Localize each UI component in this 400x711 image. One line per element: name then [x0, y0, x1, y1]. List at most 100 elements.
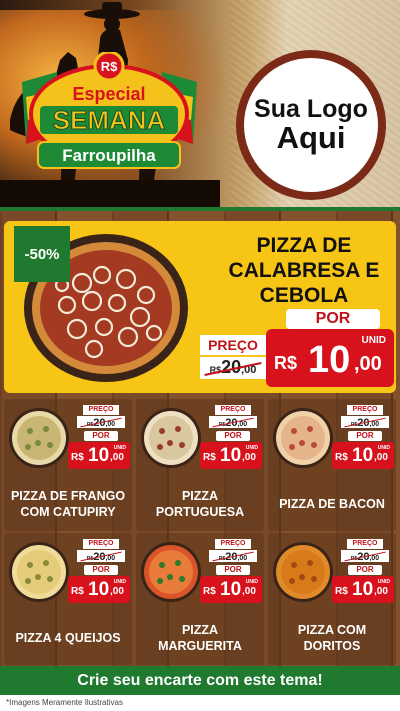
new-price-label: POR	[348, 565, 382, 575]
product-name: PIZZA PORTUGUESA	[136, 489, 264, 520]
featured-offer[interactable]: -50% PIZZA DE CALABRESA E CEBOLA PREÇO R…	[4, 221, 396, 393]
new-price-cents: ,00	[374, 586, 388, 597]
new-price: UNID R$ 10,00	[200, 442, 262, 469]
new-price-currency: R$	[274, 353, 298, 373]
unit-label: UNID	[361, 335, 386, 346]
product-card-bacon[interactable]: PREÇO R$20,00 POR UNID R$ 10 ,00 PIZZA DE BACON	[268, 399, 396, 531]
new-price: UNID R$ 10,00	[200, 576, 262, 603]
new-price-cents: ,00	[242, 586, 256, 597]
pizza-image	[141, 408, 201, 468]
new-price-whole: 10	[220, 579, 242, 600]
logo-inner: Sua Logo Aqui	[244, 58, 378, 192]
svg-text:Farroupilha: Farroupilha	[62, 146, 156, 165]
old-price: R$20,00	[77, 550, 125, 563]
new-price-cents: ,00	[354, 353, 382, 375]
new-price: UNID R$ 10 ,00	[266, 329, 394, 387]
pizza-image	[9, 542, 69, 602]
svg-text:R$: R$	[101, 59, 118, 74]
logo-line2: Aqui	[276, 119, 346, 155]
unit-label: UNID	[245, 579, 258, 585]
new-price-whole: 10	[352, 445, 374, 466]
old-price: R$20,00	[209, 416, 257, 429]
svg-text:Especial: Especial	[72, 84, 145, 104]
old-price-label: PREÇO	[200, 335, 266, 355]
new-price: UNID R$ 10,00	[332, 576, 394, 603]
old-price: R$20,00	[209, 550, 257, 563]
new-price-cents: ,00	[110, 452, 124, 463]
product-name: PIZZA DE FRANGO COM CATUPIRY	[4, 489, 132, 520]
old-price-cents: ,00	[237, 421, 248, 428]
new-price-label: POR	[216, 565, 250, 575]
new-price-cents: ,00	[110, 586, 124, 597]
cta-banner[interactable]: Crie seu encarte com este tema!	[0, 666, 400, 695]
new-price-whole: 10	[308, 339, 351, 381]
old-price-label: PREÇO	[215, 539, 251, 549]
unit-label: UNID	[377, 445, 390, 451]
product-card-marguerita[interactable]: PREÇO R$20,00 POR UNID R$ 10,00 PIZZA MARGUERIT…	[136, 533, 264, 665]
discount-badge: -50%	[14, 226, 70, 282]
old-price: R$20,00	[77, 416, 125, 429]
old-price-label: PREÇO	[83, 539, 119, 549]
new-price: UNID R$ 10,00	[68, 442, 130, 469]
product-name-line1: PIZZA	[181, 489, 219, 503]
product-name-line1: PIZZA DE BACON	[279, 497, 385, 511]
new-price: UNID R$ 10,00	[332, 442, 394, 469]
pizza-image	[273, 408, 333, 468]
logo-line1: Sua Logo	[254, 94, 368, 123]
product-card-frango-catupiry[interactable]: PREÇO R$20,00 POR UNID R$ 10,00 PIZZA DE FRANG…	[4, 399, 132, 531]
old-price-label: PREÇO	[347, 405, 383, 415]
old-price-cents: ,00	[369, 555, 380, 562]
pizza-image	[9, 408, 69, 468]
new-price: UNID R$ 10,00	[68, 576, 130, 603]
old-price: R$20,00	[200, 357, 266, 379]
new-price-currency: R$	[335, 586, 348, 597]
product-name: PIZZA DE BACON	[268, 497, 396, 513]
new-price-label: POR	[348, 431, 382, 441]
new-price-whole: 10	[88, 445, 110, 466]
old-price-label: PREÇO	[215, 405, 251, 415]
old-price-whole: 20	[225, 551, 238, 563]
semana-farroupilha-badge: R$ Especial SEMANA Farroupilha	[22, 52, 197, 169]
old-price-cents: ,00	[369, 421, 380, 428]
old-price-whole: 20	[221, 357, 242, 377]
old-price-cents: ,00	[237, 555, 248, 562]
old-price: R$20,00	[341, 416, 389, 429]
featured-title-line3: CEBOLA	[259, 284, 349, 308]
product-name: PIZZA 4 QUEIJOS	[4, 631, 132, 647]
new-price-label: POR	[84, 565, 118, 575]
logo-placeholder[interactable]: Sua Logo Aqui	[236, 50, 386, 200]
new-price-currency: R$	[335, 452, 348, 463]
product-card-doritos[interactable]: PREÇO R$20,00 POR UNID R$ 10,00 PIZZA COM DORIT…	[268, 533, 396, 665]
old-price-whole: 20	[93, 551, 106, 563]
product-name-line1: PIZZA	[181, 623, 219, 637]
product-name-line2: MARGUERITA	[158, 638, 242, 653]
old-price-currency: R$	[209, 365, 222, 375]
new-price-whole: 10	[220, 445, 242, 466]
new-price-currency: R$	[71, 452, 84, 463]
product-name-line2: COM CATUPIRY	[20, 504, 116, 519]
product-name-line1: PIZZA DE FRANGO	[10, 489, 126, 503]
old-price-cents: ,00	[105, 421, 116, 428]
product-name-line2: DORITOS	[303, 638, 361, 653]
old-price-label: PREÇO	[83, 405, 119, 415]
old-price-whole: 20	[225, 417, 238, 429]
pizza-image	[141, 542, 201, 602]
new-price-label: POR	[286, 309, 380, 329]
product-name: PIZZA MARGUERITA	[136, 623, 264, 654]
featured-title: PIZZA DE CALABRESA E CEBOLA	[214, 233, 394, 309]
new-price-label: POR	[216, 431, 250, 441]
old-price-whole: 20	[357, 551, 370, 563]
new-price-currency: R$	[71, 586, 84, 597]
product-card-portuguesa[interactable]: PREÇO R$20,00 POR UNID R$ 10,00 PIZZA PORTUGUES…	[136, 399, 264, 531]
product-name: PIZZA COM DORITOS	[268, 623, 396, 654]
disclaimer: *Imagens Meramente Ilustrativas	[0, 695, 400, 711]
flyer: R$ Especial SEMANA Farroupilha Sua Logo …	[0, 0, 400, 711]
unit-label: UNID	[113, 579, 126, 585]
featured-title-line1: PIZZA DE	[256, 234, 352, 257]
unit-label: UNID	[377, 579, 390, 585]
new-price-currency: R$	[203, 452, 216, 463]
old-price-whole: 20	[93, 417, 106, 429]
product-card-4-queijos[interactable]: PREÇO R$20,00 POR UNID R$ 10,00 PIZZA 4 QUEIJO…	[4, 533, 132, 665]
new-price-whole: 10	[352, 579, 374, 600]
old-price-whole: 20	[357, 417, 370, 429]
